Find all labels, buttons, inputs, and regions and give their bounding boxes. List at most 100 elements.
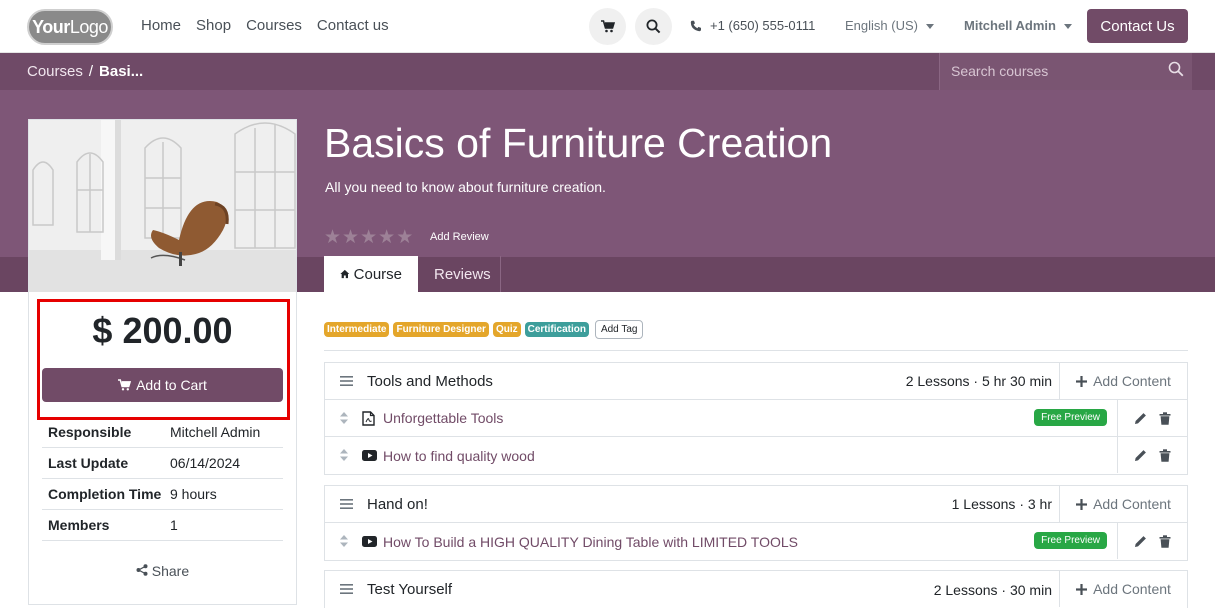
add-content-label: Add Content xyxy=(1093,373,1171,389)
section-header[interactable]: Hand on! 1 Lessons · 3 hr Add Content xyxy=(325,486,1187,523)
lesson-actions xyxy=(1117,437,1187,473)
site-logo[interactable]: Your Logo xyxy=(27,9,113,45)
tag-furniture-designer[interactable]: Furniture Designer xyxy=(393,322,489,337)
chevron-down-icon xyxy=(925,24,934,30)
nav-link-contact[interactable]: Contact us xyxy=(317,17,389,34)
course-title: Basics of Furniture Creation xyxy=(324,120,833,166)
sort-handle-icon[interactable] xyxy=(340,535,348,547)
section-meta: 1 Lessons · 3 hr xyxy=(951,496,1052,512)
pencil-icon[interactable] xyxy=(1134,535,1147,548)
tag-quiz[interactable]: Quiz xyxy=(492,322,521,337)
lesson-actions xyxy=(1117,400,1187,436)
add-tag-button[interactable]: Add Tag xyxy=(594,320,644,339)
tab-reviews-label: Reviews xyxy=(434,265,491,283)
pencil-icon[interactable] xyxy=(1134,449,1147,462)
add-content-button[interactable]: Add Content xyxy=(1059,363,1187,399)
info-label: Last Update xyxy=(48,455,129,471)
info-value: 06/14/2024 xyxy=(170,455,241,471)
add-content-button[interactable]: Add Content xyxy=(1059,571,1187,607)
phone-number: +1 (650) 555-0111 xyxy=(710,18,816,33)
top-navbar: Your Logo Home Shop Courses Contact us +1… xyxy=(0,0,1215,53)
lesson-actions xyxy=(1117,523,1187,559)
tab-course[interactable]: Course xyxy=(324,256,418,292)
plus-icon xyxy=(1076,498,1088,510)
section-header[interactable]: Test Yourself 2 Lessons · 30 min Add Con… xyxy=(325,571,1187,608)
nav-link-shop[interactable]: Shop xyxy=(196,17,231,34)
info-label: Members xyxy=(48,517,110,533)
video-icon xyxy=(362,536,377,547)
search-icon xyxy=(646,19,661,34)
info-label: Completion Time xyxy=(48,486,162,502)
info-value: 9 hours xyxy=(170,486,217,502)
lesson-link[interactable]: How To Build a HIGH QUALITY Dining Table… xyxy=(383,534,798,550)
info-row-completion-time: Completion Time 9 hours xyxy=(42,479,283,510)
sort-handle-icon[interactable] xyxy=(340,449,348,461)
breadcrumb-courses[interactable]: Courses xyxy=(27,63,83,80)
tag-intermediate[interactable]: Intermediate xyxy=(324,322,390,337)
trash-icon[interactable] xyxy=(1159,411,1171,425)
document-icon xyxy=(362,411,375,426)
add-review-link[interactable]: Add Review xyxy=(430,231,489,243)
armchair-photo xyxy=(29,120,296,292)
home-icon xyxy=(340,269,350,279)
lesson-link[interactable]: How to find quality wood xyxy=(383,448,535,464)
nav-link-home[interactable]: Home xyxy=(141,17,181,34)
drag-handle-icon[interactable] xyxy=(340,376,353,386)
nav-link-courses[interactable]: Courses xyxy=(246,17,302,34)
info-row-responsible: Responsible Mitchell Admin xyxy=(42,417,283,448)
free-preview-badge: Free Preview xyxy=(1034,409,1107,426)
pencil-icon[interactable] xyxy=(1134,412,1147,425)
tab-course-label: Course xyxy=(353,265,402,283)
plus-icon xyxy=(1076,375,1088,387)
cart-button[interactable] xyxy=(589,8,626,45)
breadcrumb: Courses / Basi... xyxy=(27,63,143,80)
contact-us-button[interactable]: Contact Us xyxy=(1087,9,1188,43)
main-menu: Home Shop Courses Contact us xyxy=(141,17,404,34)
breadcrumb-current: Basi... xyxy=(99,63,144,80)
info-label: Responsible xyxy=(48,424,132,440)
section-name: Tools and Methods xyxy=(367,372,493,390)
tab-reviews[interactable]: Reviews xyxy=(418,256,501,292)
star-icon: ★ xyxy=(324,227,342,248)
star-icon: ★ xyxy=(342,227,360,248)
lesson-row: Unforgettable Tools Free Preview xyxy=(325,400,1187,437)
trash-icon[interactable] xyxy=(1159,448,1171,462)
search-placeholder: Search courses xyxy=(951,63,1049,79)
course-info-table: Responsible Mitchell Admin Last Update 06/… xyxy=(42,417,283,541)
sort-handle-icon[interactable] xyxy=(340,412,348,424)
search-courses-input[interactable]: Search courses xyxy=(939,53,1192,90)
course-section: Test Yourself 2 Lessons · 30 min Add Con… xyxy=(324,570,1188,608)
section-name: Test Yourself xyxy=(367,581,453,598)
course-tags: Intermediate Furniture Designer Quiz Cer… xyxy=(324,320,644,339)
share-icon xyxy=(136,564,148,576)
search-button[interactable] xyxy=(635,8,672,45)
course-subtitle: All you need to know about furniture cre… xyxy=(325,179,606,195)
info-value: 1 xyxy=(170,517,178,533)
free-preview-badge: Free Preview xyxy=(1034,532,1107,549)
language-selector[interactable]: English (US) xyxy=(845,18,934,33)
drag-handle-icon[interactable] xyxy=(340,584,353,594)
share-button[interactable]: Share xyxy=(29,563,296,579)
lesson-row: How To Build a HIGH QUALITY Dining Table… xyxy=(325,523,1187,560)
search-icon[interactable] xyxy=(1168,61,1184,77)
rating-stars: ★ ★ ★ ★ ★ xyxy=(324,228,413,247)
section-header[interactable]: Tools and Methods 2 Lessons · 5 hr 30 mi… xyxy=(325,363,1187,400)
phone-icon xyxy=(690,20,701,31)
phone-link[interactable]: +1 (650) 555-0111 xyxy=(690,18,815,33)
tag-certification[interactable]: Certification xyxy=(524,322,589,337)
add-content-label: Add Content xyxy=(1093,496,1171,512)
lesson-link[interactable]: Unforgettable Tools xyxy=(383,410,503,426)
add-content-button[interactable]: Add Content xyxy=(1059,486,1187,522)
logo-text-bold: Your xyxy=(32,16,70,37)
add-content-label: Add Content xyxy=(1093,581,1171,597)
info-value: Mitchell Admin xyxy=(170,424,261,440)
user-menu[interactable]: Mitchell Admin xyxy=(964,18,1072,33)
course-cover-image xyxy=(29,120,296,292)
breadcrumb-separator: / xyxy=(88,63,94,80)
drag-handle-icon[interactable] xyxy=(340,499,353,509)
user-name: Mitchell Admin xyxy=(964,18,1056,33)
course-section: Hand on! 1 Lessons · 3 hr Add Content Ho… xyxy=(324,485,1188,561)
language-label: English (US) xyxy=(845,18,918,33)
trash-icon[interactable] xyxy=(1159,534,1171,548)
info-row-members: Members 1 xyxy=(42,510,283,541)
